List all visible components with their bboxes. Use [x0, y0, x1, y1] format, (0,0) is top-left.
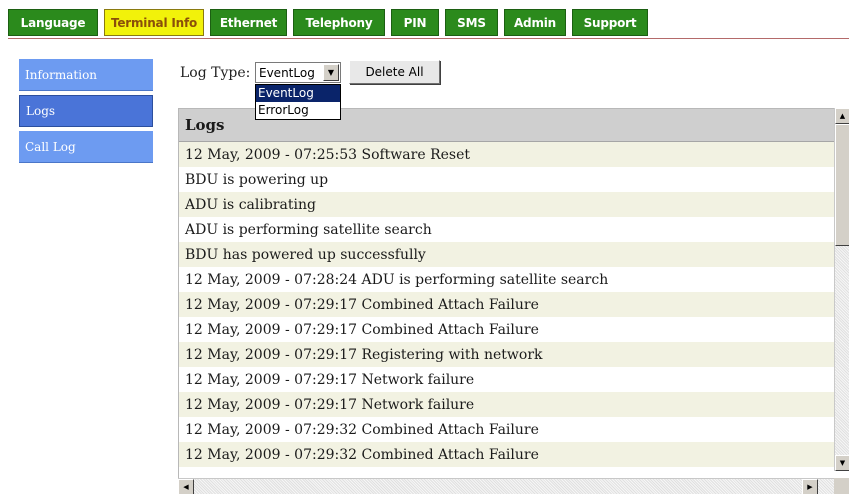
- sidebar-item-call-log[interactable]: Call Log: [19, 131, 153, 163]
- tab-telephony[interactable]: Telephony: [293, 9, 385, 36]
- log-type-option-errorlog[interactable]: ErrorLog: [256, 102, 340, 119]
- tab-admin[interactable]: Admin: [504, 9, 566, 36]
- arrow-left-icon[interactable]: ◀: [178, 479, 194, 494]
- tab-language[interactable]: Language: [8, 9, 98, 36]
- tab-pin[interactable]: PIN: [391, 9, 439, 36]
- log-row: 12 May, 2009 - 07:29:17 Network failure: [179, 392, 836, 417]
- log-row: ADU is performing satellite search: [179, 217, 836, 242]
- scrollbar-track[interactable]: [835, 246, 849, 455]
- log-type-selected-value: EventLog: [259, 65, 315, 80]
- chevron-down-icon[interactable]: ▼: [323, 64, 339, 81]
- log-row: BDU has powered up successfully: [179, 242, 836, 267]
- nav-divider: [8, 38, 849, 39]
- sidebar: Information Logs Call Log: [19, 59, 153, 167]
- arrow-right-icon[interactable]: ▶: [802, 479, 818, 494]
- tab-support[interactable]: Support: [572, 9, 648, 36]
- log-row: 12 May, 2009 - 07:29:17 Combined Attach …: [179, 317, 836, 342]
- log-row: 12 May, 2009 - 07:28:24 ADU is performin…: [179, 267, 836, 292]
- log-type-option-eventlog[interactable]: EventLog: [256, 85, 340, 102]
- sidebar-item-information[interactable]: Information: [19, 59, 153, 91]
- log-row: 12 May, 2009 - 07:29:17 Combined Attach …: [179, 292, 836, 317]
- log-row: 12 May, 2009 - 07:29:17 Network failure: [179, 367, 836, 392]
- log-type-select[interactable]: EventLog ▼: [255, 62, 341, 83]
- log-row: 12 May, 2009 - 07:29:32 Combined Attach …: [179, 417, 836, 442]
- logs-panel: Logs 12 May, 2009 - 07:25:53 Software Re…: [178, 108, 836, 494]
- log-type-label: Log Type:: [180, 65, 251, 81]
- log-row: 12 May, 2009 - 07:25:53 Software Reset: [179, 142, 836, 167]
- log-type-dropdown: EventLog ErrorLog: [255, 84, 341, 120]
- tab-ethernet[interactable]: Ethernet: [210, 9, 287, 36]
- tab-sms[interactable]: SMS: [445, 9, 498, 36]
- log-row: 12 May, 2009 - 07:29:17 Registering with…: [179, 342, 836, 367]
- scrollbar-corner: [834, 478, 849, 494]
- horizontal-scrollbar[interactable]: ◀ ▶: [178, 478, 834, 494]
- delete-all-button[interactable]: Delete All: [349, 60, 440, 84]
- scrollbar-thumb[interactable]: [835, 124, 849, 246]
- log-row: BDU is powering up: [179, 167, 836, 192]
- log-list: 12 May, 2009 - 07:25:53 Software Reset B…: [179, 142, 836, 467]
- log-row: 12 May, 2009 - 07:29:32 Combined Attach …: [179, 442, 836, 467]
- sidebar-item-logs[interactable]: Logs: [19, 95, 153, 127]
- top-nav: Language Terminal Info Ethernet Telephon…: [8, 9, 654, 36]
- tab-terminal-info[interactable]: Terminal Info: [104, 9, 204, 36]
- arrow-down-icon[interactable]: ▼: [835, 455, 849, 471]
- log-row: ADU is calibrating: [179, 192, 836, 217]
- vertical-scrollbar[interactable]: ▲ ▼: [834, 108, 849, 471]
- arrow-up-icon[interactable]: ▲: [835, 108, 849, 124]
